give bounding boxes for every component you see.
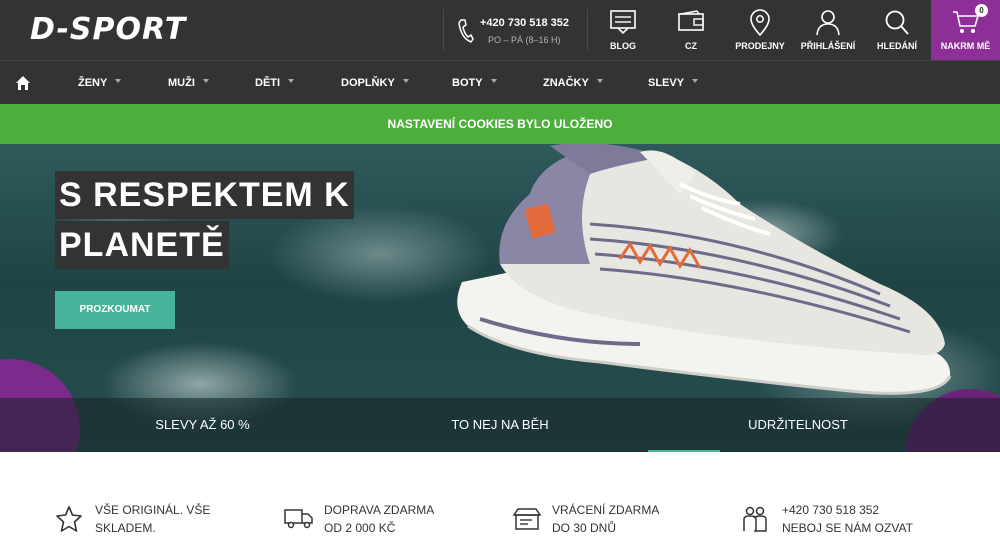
- search-link[interactable]: HLEDÁNÍ: [870, 0, 924, 60]
- search-label: HLEDÁNÍ: [877, 41, 917, 51]
- phone-hours: PO – PÁ (8–16 H): [488, 35, 561, 45]
- phone-icon: [458, 19, 474, 43]
- phone-contact[interactable]: +420 730 518 352 PO – PÁ (8–16 H): [443, 9, 588, 51]
- logo[interactable]: D-SPORT: [30, 12, 186, 47]
- support-icon: [743, 506, 767, 532]
- nav-item-znacky[interactable]: ZNAČKY: [543, 61, 603, 105]
- shoe-image: [457, 144, 952, 395]
- tab-beh[interactable]: TO NEJ NA BĚH: [400, 398, 600, 452]
- stores-label: PRODEJNY: [735, 41, 785, 51]
- feature-text: +420 730 518 352 NEBOJ SE NÁM OZVAT: [782, 503, 913, 535]
- nav-item-boty[interactable]: BOTY: [452, 61, 497, 105]
- feature-original: VŠE ORIGINÁL. VŠE SKLADEM.: [55, 497, 255, 541]
- chevron-down-icon: [202, 79, 209, 84]
- home-icon[interactable]: [15, 75, 31, 91]
- chevron-down-icon: [402, 79, 409, 84]
- language-switch[interactable]: CZ: [666, 0, 716, 60]
- hero-title-line1: S RESPEKTEM K: [55, 171, 354, 219]
- nav-item-muzi[interactable]: MUŽI: [168, 61, 209, 105]
- hero-title-line2: PLANETĚ: [55, 221, 229, 269]
- active-tab-indicator: [648, 450, 720, 452]
- hero-title: S RESPEKTEM K PLANETĚ: [55, 171, 354, 269]
- chevron-down-icon: [692, 79, 699, 84]
- nav-item-zeny[interactable]: ŽENY: [78, 61, 122, 105]
- blog-label: BLOG: [610, 41, 636, 51]
- feature-text: DOPRAVA ZDARMA OD 2 000 KČ: [324, 503, 435, 535]
- search-icon: [885, 10, 909, 35]
- nav-item-doplnky[interactable]: DOPLŇKY: [341, 61, 409, 105]
- feature-returns: VRÁCENÍ ZDARMA DO 30 DNŮ: [512, 497, 712, 541]
- nav-item-slevy[interactable]: SLEVY: [648, 61, 699, 105]
- cart-count-badge: 0: [975, 4, 988, 17]
- page: D-SPORT +420 730 518 352 PO – PÁ (8–16 H…: [0, 0, 1000, 544]
- chevron-down-icon: [490, 79, 497, 84]
- phone-number[interactable]: +420 730 518 352: [480, 17, 569, 29]
- star-icon: [56, 506, 82, 532]
- wallet-icon: [678, 10, 704, 31]
- feature-contact[interactable]: +420 730 518 352 NEBOJ SE NÁM OZVAT: [742, 497, 962, 541]
- hero-tabs: SLEVY AŽ 60 % TO NEJ NA BĚH UDRŽITELNOST: [0, 398, 1000, 452]
- explore-button[interactable]: PROZKOUMAT: [55, 291, 175, 329]
- map-pin-icon: [750, 9, 770, 37]
- chevron-down-icon: [596, 79, 603, 84]
- tab-slevy[interactable]: SLEVY AŽ 60 %: [0, 398, 405, 452]
- blog-link[interactable]: BLOG: [598, 0, 648, 60]
- blog-icon: [610, 10, 636, 35]
- nav-item-deti[interactable]: DĚTI: [255, 61, 295, 105]
- chevron-down-icon: [288, 79, 295, 84]
- tab-udrzitelnost[interactable]: UDRŽITELNOST: [648, 398, 948, 452]
- header: D-SPORT +420 730 518 352 PO – PÁ (8–16 H…: [0, 0, 1000, 60]
- cookie-notice: NASTAVENÍ COOKIES BYLO ULOŽENO: [0, 104, 1000, 144]
- login-label: PŘIHLÁŠENÍ: [800, 41, 856, 51]
- feature-shipping: DOPRAVA ZDARMA OD 2 000 KČ: [284, 497, 484, 541]
- login-link[interactable]: PŘIHLÁŠENÍ: [797, 0, 859, 60]
- language-label: CZ: [685, 41, 697, 51]
- feature-text: VRÁCENÍ ZDARMA DO 30 DNŮ: [552, 503, 660, 535]
- user-icon: [816, 10, 840, 36]
- cart-button[interactable]: 0 NAKRM MĚ: [931, 0, 1000, 60]
- main-nav: ŽENY MUŽI DĚTI DOPLŇKY BOTY ZNAČKY SLEVY: [0, 60, 1000, 104]
- chevron-down-icon: [115, 79, 122, 84]
- hero-banner: S RESPEKTEM K PLANETĚ PROZKOUMAT SLEVY A…: [0, 144, 1000, 452]
- truck-icon: [284, 509, 313, 529]
- cart-label: NAKRM MĚ: [940, 41, 991, 51]
- feature-text: VŠE ORIGINÁL. VŠE SKLADEM.: [95, 503, 211, 535]
- stores-link[interactable]: PRODEJNY: [730, 0, 790, 60]
- return-box-icon: [512, 508, 542, 530]
